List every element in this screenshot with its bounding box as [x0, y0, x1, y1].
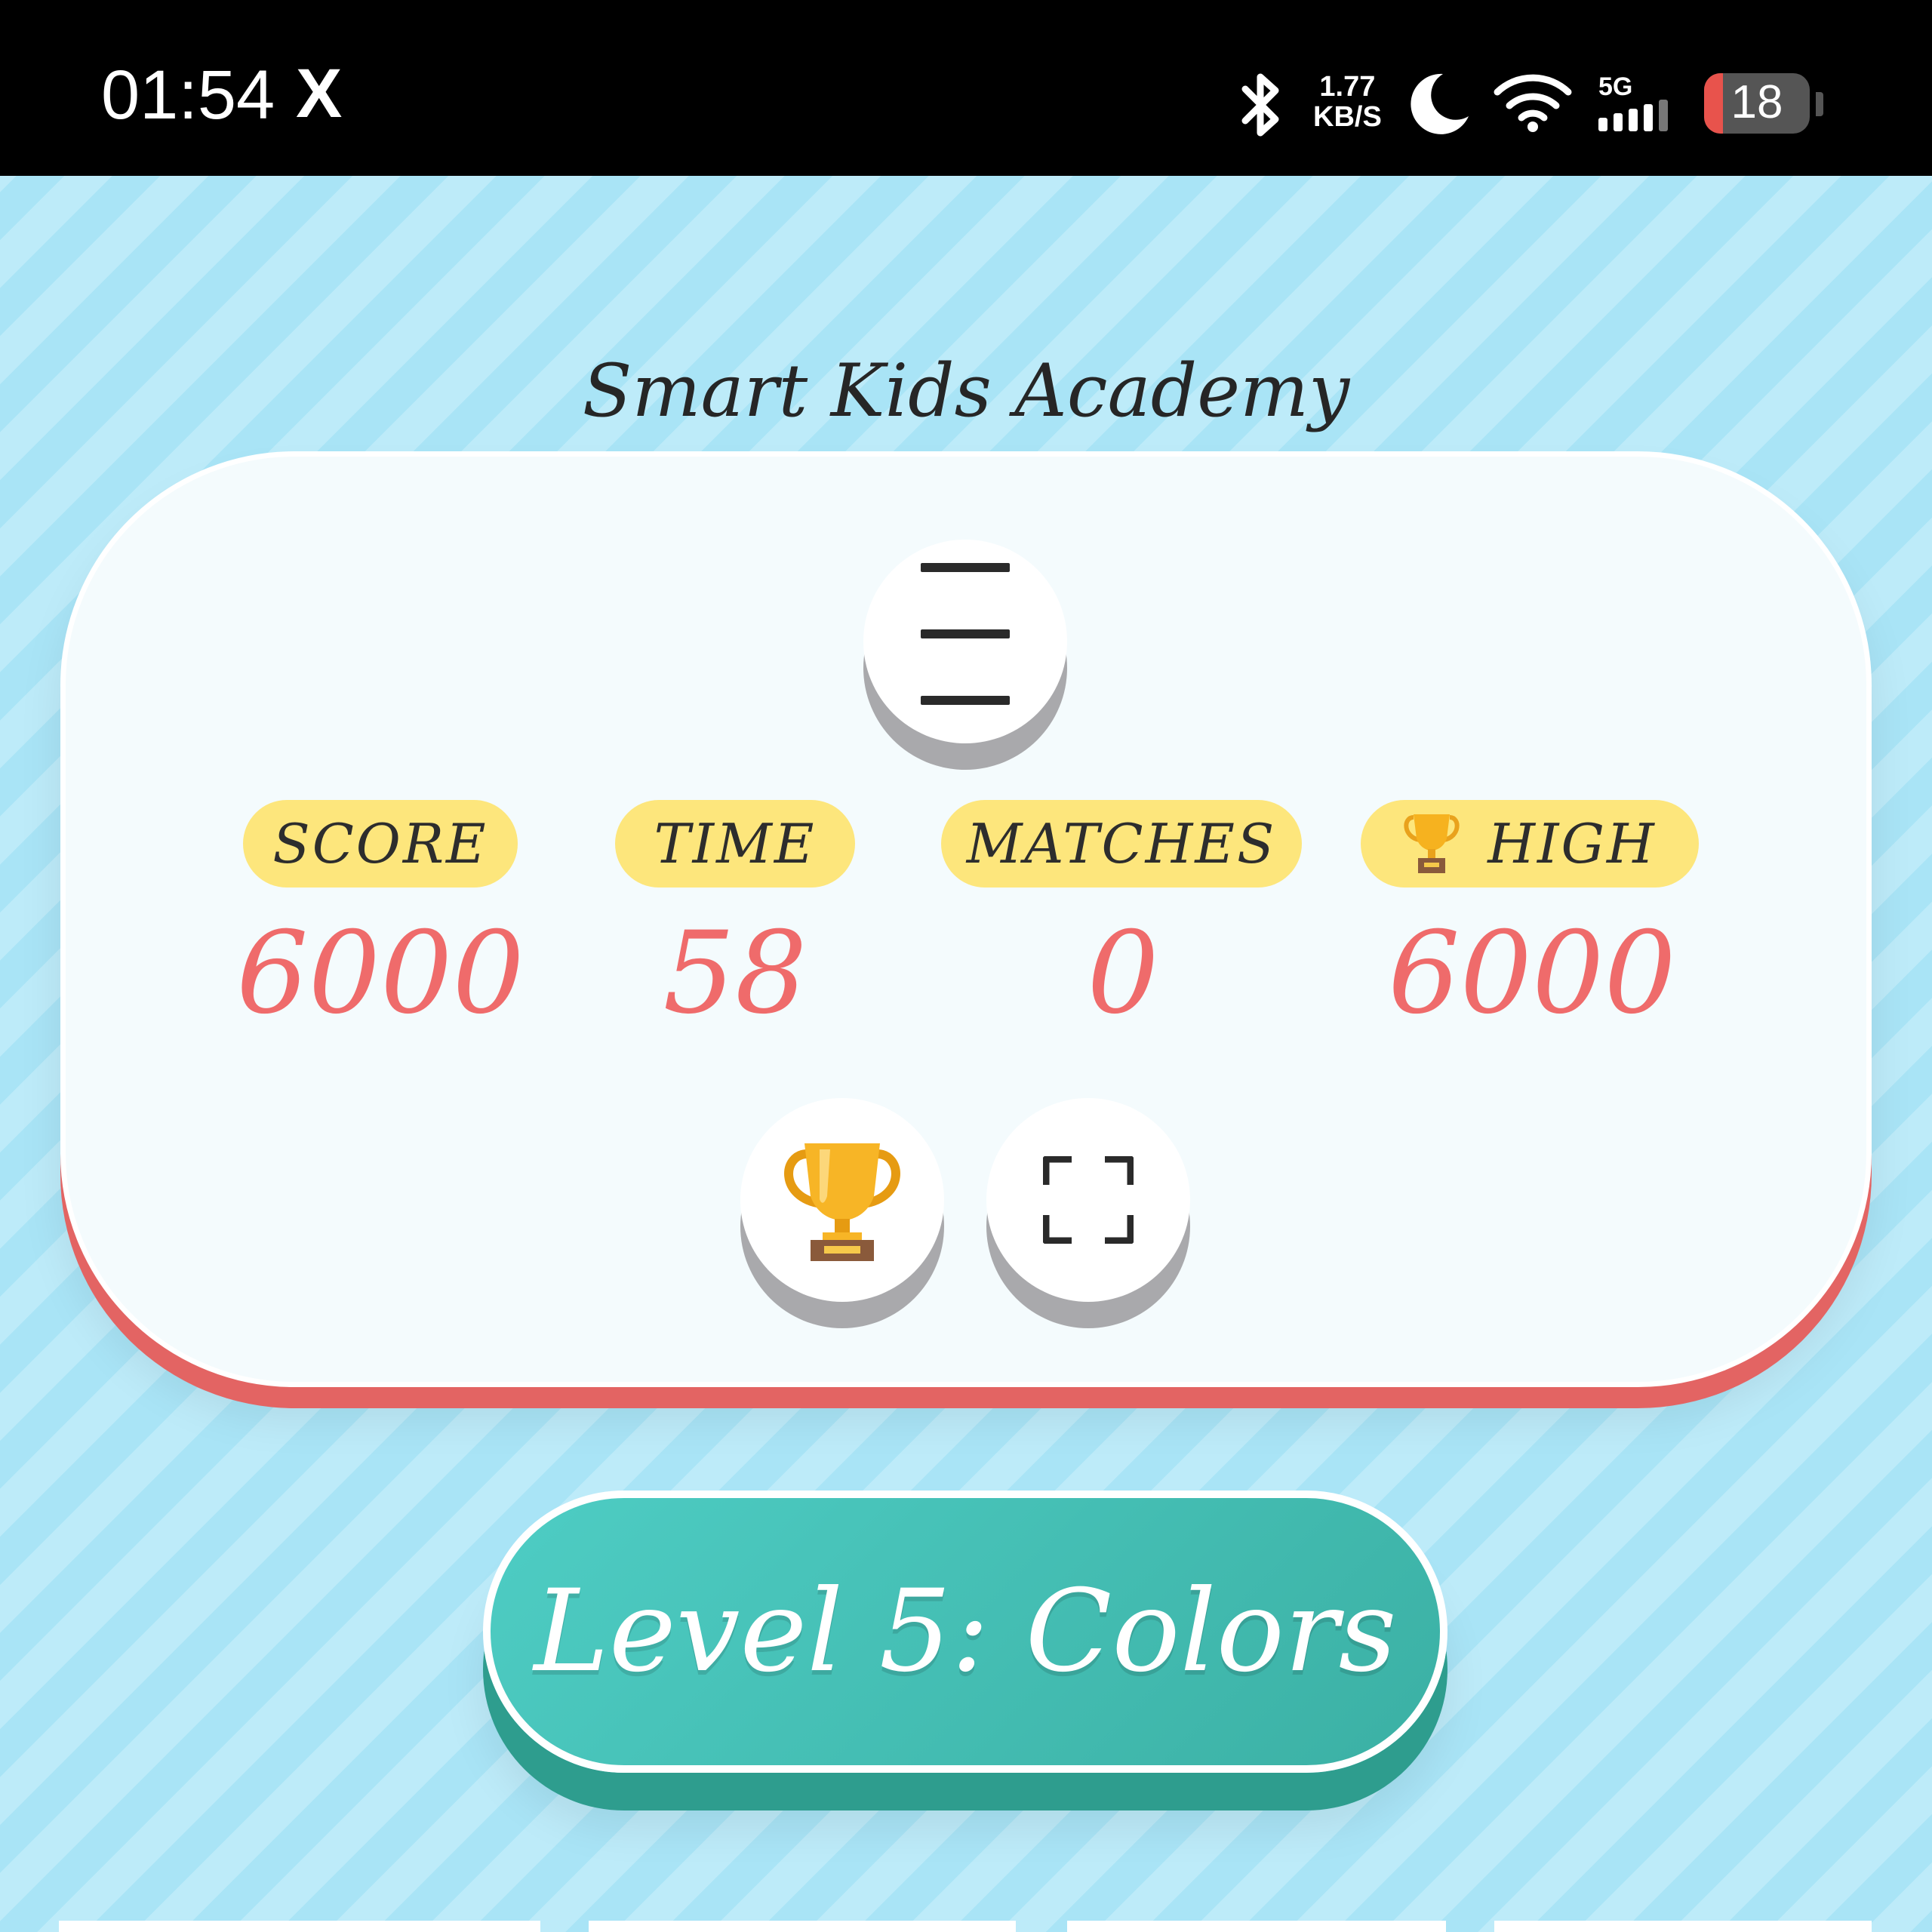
- fullscreen-icon: [1043, 1156, 1134, 1244]
- status-bar: 01:54 X 1.77 KB/S 5G 18: [0, 0, 1932, 176]
- signal-icon: [1598, 100, 1668, 131]
- high-score-label: HIGH: [1361, 800, 1699, 888]
- clock: 01:54: [101, 57, 275, 134]
- game-tile[interactable]: [589, 1921, 1016, 1932]
- game-tile[interactable]: [59, 1921, 540, 1932]
- trophy-icon: [784, 1143, 900, 1261]
- game-tile[interactable]: [1494, 1921, 1872, 1932]
- network-type: 5G: [1598, 72, 1633, 101]
- level-button[interactable]: Level 5: Colors: [483, 1491, 1447, 1773]
- high-label-text: HIGH: [1487, 812, 1657, 875]
- network-speed: 1.77 KB/S: [1313, 71, 1382, 133]
- score-label: SCORE: [243, 800, 518, 888]
- app-title: Smart Kids Academy: [582, 349, 1350, 433]
- time-value: 58: [663, 908, 808, 1039]
- leaderboard-button[interactable]: [740, 1098, 944, 1302]
- high-score-value: 6000: [1388, 908, 1676, 1039]
- moon-icon: [1411, 73, 1469, 134]
- fullscreen-button[interactable]: [986, 1098, 1190, 1302]
- game-tile[interactable]: [1067, 1921, 1446, 1932]
- battery-percent: 18: [1730, 76, 1783, 128]
- menu-button[interactable]: [863, 540, 1067, 743]
- hamburger-icon: [921, 534, 1010, 734]
- battery-tip: [1816, 92, 1823, 116]
- bluetooth-icon: [1241, 73, 1279, 137]
- matches-label: MATCHES: [941, 800, 1302, 888]
- matches-value: 0: [1087, 908, 1159, 1039]
- trophy-icon: [1404, 814, 1460, 873]
- wifi-icon: [1494, 74, 1572, 132]
- time-label: TIME: [615, 800, 855, 888]
- x-app-icon: X: [296, 55, 343, 132]
- battery-icon: 18: [1704, 73, 1810, 134]
